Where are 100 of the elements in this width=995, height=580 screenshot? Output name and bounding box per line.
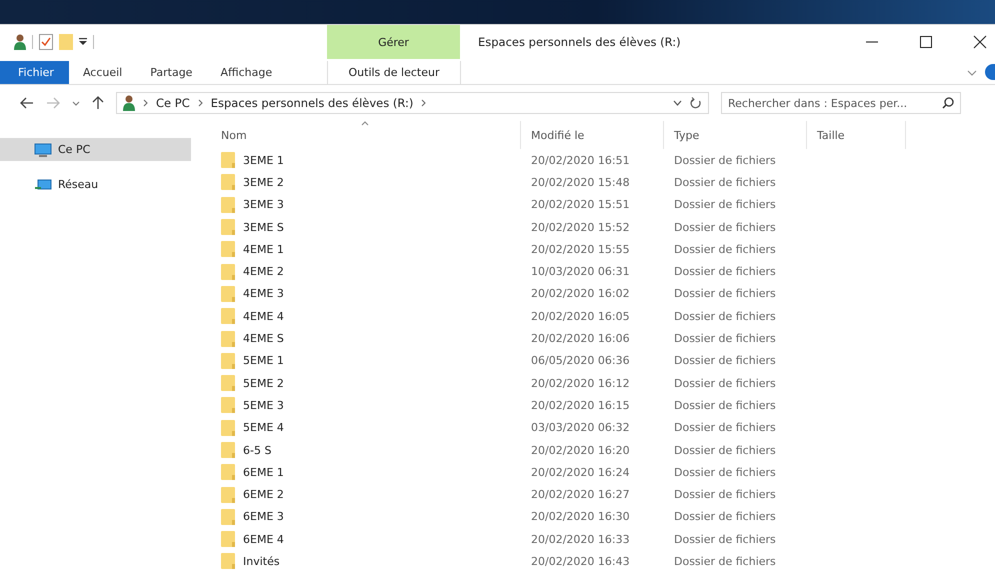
date-cell-text: 20/02/2020 16:20 xyxy=(530,444,631,456)
file-name[interactable]: 4EME 2 xyxy=(243,265,284,278)
date-cell-text: 20/02/2020 16:33 xyxy=(530,532,631,546)
ribbon-tab[interactable]: Affichage xyxy=(206,61,286,84)
folder-icon xyxy=(221,286,235,302)
column-header[interactable]: Modifié le xyxy=(521,121,664,149)
column-header[interactable]: Type xyxy=(664,121,807,149)
sort-caret-icon xyxy=(361,121,369,126)
type-cell-text: Dossier de fichiers xyxy=(673,421,777,434)
file-name[interactable]: 6-5 S xyxy=(243,444,272,456)
folder-icon xyxy=(221,196,235,213)
ribbon-tab[interactable]: Outils de lecteur xyxy=(327,61,461,84)
file-name[interactable]: 3EME 3 xyxy=(243,198,284,212)
refresh-icon[interactable] xyxy=(690,97,702,109)
date-cell-text: 03/03/2020 06:32 xyxy=(530,421,631,434)
folder-icon xyxy=(221,219,235,236)
type-cell-text: Dossier de fichiers xyxy=(673,444,777,456)
file-name[interactable]: 4EME 4 xyxy=(243,310,284,323)
date-cell-text: 20/02/2020 16:30 xyxy=(530,510,631,524)
date-cell-text: 20/02/2020 16:27 xyxy=(530,488,631,502)
folder-icon xyxy=(221,308,235,324)
up-arrow-icon[interactable] xyxy=(92,96,104,110)
file-name[interactable]: Invités xyxy=(243,554,280,568)
type-cell-text: Dossier de fichiers xyxy=(673,466,777,479)
sidebar-item[interactable]: Ce PC xyxy=(0,138,191,161)
file-name[interactable]: 4EME 1 xyxy=(243,242,284,256)
ribbon-tab[interactable]: Accueil xyxy=(68,61,136,84)
user-icon xyxy=(123,95,135,111)
type-cell-text: Dossier de fichiers xyxy=(673,532,777,546)
type-cell-text: Dossier de fichiers xyxy=(673,310,777,323)
maximize-icon[interactable] xyxy=(919,35,933,49)
search-field[interactable]: Rechercher dans : Espaces per... xyxy=(721,92,961,114)
ribbon-tab[interactable]: Fichier xyxy=(0,61,69,84)
type-cell-text: Dossier de fichiers xyxy=(673,242,777,256)
type-cell-text: Dossier de fichiers xyxy=(673,354,777,368)
folder-icon xyxy=(221,508,235,525)
folder-icon xyxy=(221,375,235,392)
file-name[interactable]: 6EME 2 xyxy=(243,488,284,502)
type-cell-text: Dossier de fichiers xyxy=(673,287,777,300)
ribbon-tab[interactable]: Partage xyxy=(136,61,206,84)
folder-icon xyxy=(221,464,235,480)
folder-icon xyxy=(221,420,235,436)
type-cell-text: Dossier de fichiers xyxy=(673,198,777,212)
chevron-right-icon xyxy=(143,99,148,107)
date-cell-text: 06/05/2020 06:36 xyxy=(530,354,631,368)
date-cell-text: 20/02/2020 16:51 xyxy=(530,154,631,167)
back-arrow-icon[interactable] xyxy=(20,97,34,109)
file-name[interactable]: 5EME 3 xyxy=(243,398,284,412)
file-name[interactable]: 4EME 3 xyxy=(243,287,284,300)
address-bar[interactable]: Ce PC Espaces personnels des élèves (R:) xyxy=(116,92,709,114)
folder-icon xyxy=(221,397,235,414)
folder-icon xyxy=(221,174,235,190)
type-cell-text: Dossier de fichiers xyxy=(673,376,777,390)
date-cell-text: 20/02/2020 16:43 xyxy=(530,554,631,568)
type-cell-text: Dossier de fichiers xyxy=(673,176,777,189)
file-name[interactable]: 6EME 1 xyxy=(243,466,284,479)
folder-icon xyxy=(221,264,235,280)
folder-icon xyxy=(221,241,235,258)
date-cell-text: 20/02/2020 16:02 xyxy=(530,287,631,300)
dropdown-icon[interactable] xyxy=(79,38,87,46)
user-icon[interactable] xyxy=(14,34,26,50)
date-cell-text: 20/02/2020 16:15 xyxy=(530,398,631,412)
column-header[interactable]: Taille xyxy=(807,121,906,149)
file-name[interactable]: 3EME S xyxy=(243,220,284,234)
file-name[interactable]: 5EME 2 xyxy=(243,376,284,390)
properties-icon[interactable] xyxy=(39,34,53,50)
folder-icon xyxy=(221,330,235,347)
folder-icon xyxy=(221,352,235,369)
monitor-icon xyxy=(34,142,52,156)
column-header[interactable]: Nom xyxy=(211,121,521,149)
file-name[interactable]: 3EME 2 xyxy=(243,176,284,189)
chevron-right-icon xyxy=(198,99,203,107)
file-name[interactable]: 5EME 1 xyxy=(243,354,284,368)
close-icon[interactable] xyxy=(973,35,987,49)
chevron-down-icon[interactable] xyxy=(72,100,80,106)
type-cell-text: Dossier de fichiers xyxy=(673,554,777,568)
date-cell-text: 20/02/2020 15:52 xyxy=(530,220,631,234)
type-cell-text: Dossier de fichiers xyxy=(673,398,777,412)
date-cell-text: 20/02/2020 15:48 xyxy=(530,176,631,189)
file-name[interactable]: 6EME 4 xyxy=(243,532,284,546)
context-tab-group: Gérer xyxy=(327,25,460,59)
date-cell-text: 20/02/2020 16:24 xyxy=(530,466,631,479)
type-cell-text: Dossier de fichiers xyxy=(673,488,777,502)
date-cell-text: 10/03/2020 06:31 xyxy=(530,265,631,278)
date-cell-text: 20/02/2020 16:05 xyxy=(530,310,631,323)
file-name[interactable]: 6EME 3 xyxy=(243,510,284,524)
breadcrumb-item[interactable]: Ce PC xyxy=(156,96,190,110)
file-name[interactable]: 3EME 1 xyxy=(243,154,284,167)
sidebar-item[interactable]: Réseau xyxy=(0,173,191,196)
date-cell-text: 20/02/2020 16:12 xyxy=(530,376,631,390)
folder-icon xyxy=(221,553,235,570)
chevron-down-icon[interactable] xyxy=(967,70,977,76)
breadcrumb-item[interactable]: Espaces personnels des élèves (R:) xyxy=(210,96,414,110)
file-name[interactable]: 5EME 4 xyxy=(243,421,284,434)
chevron-down-icon[interactable] xyxy=(673,100,682,106)
file-name[interactable]: 4EME S xyxy=(243,332,284,346)
folder-icon xyxy=(221,442,235,458)
type-cell-text: Dossier de fichiers xyxy=(673,154,777,167)
type-cell-text: Dossier de fichiers xyxy=(673,265,777,278)
type-cell-text: Dossier de fichiers xyxy=(673,220,777,234)
